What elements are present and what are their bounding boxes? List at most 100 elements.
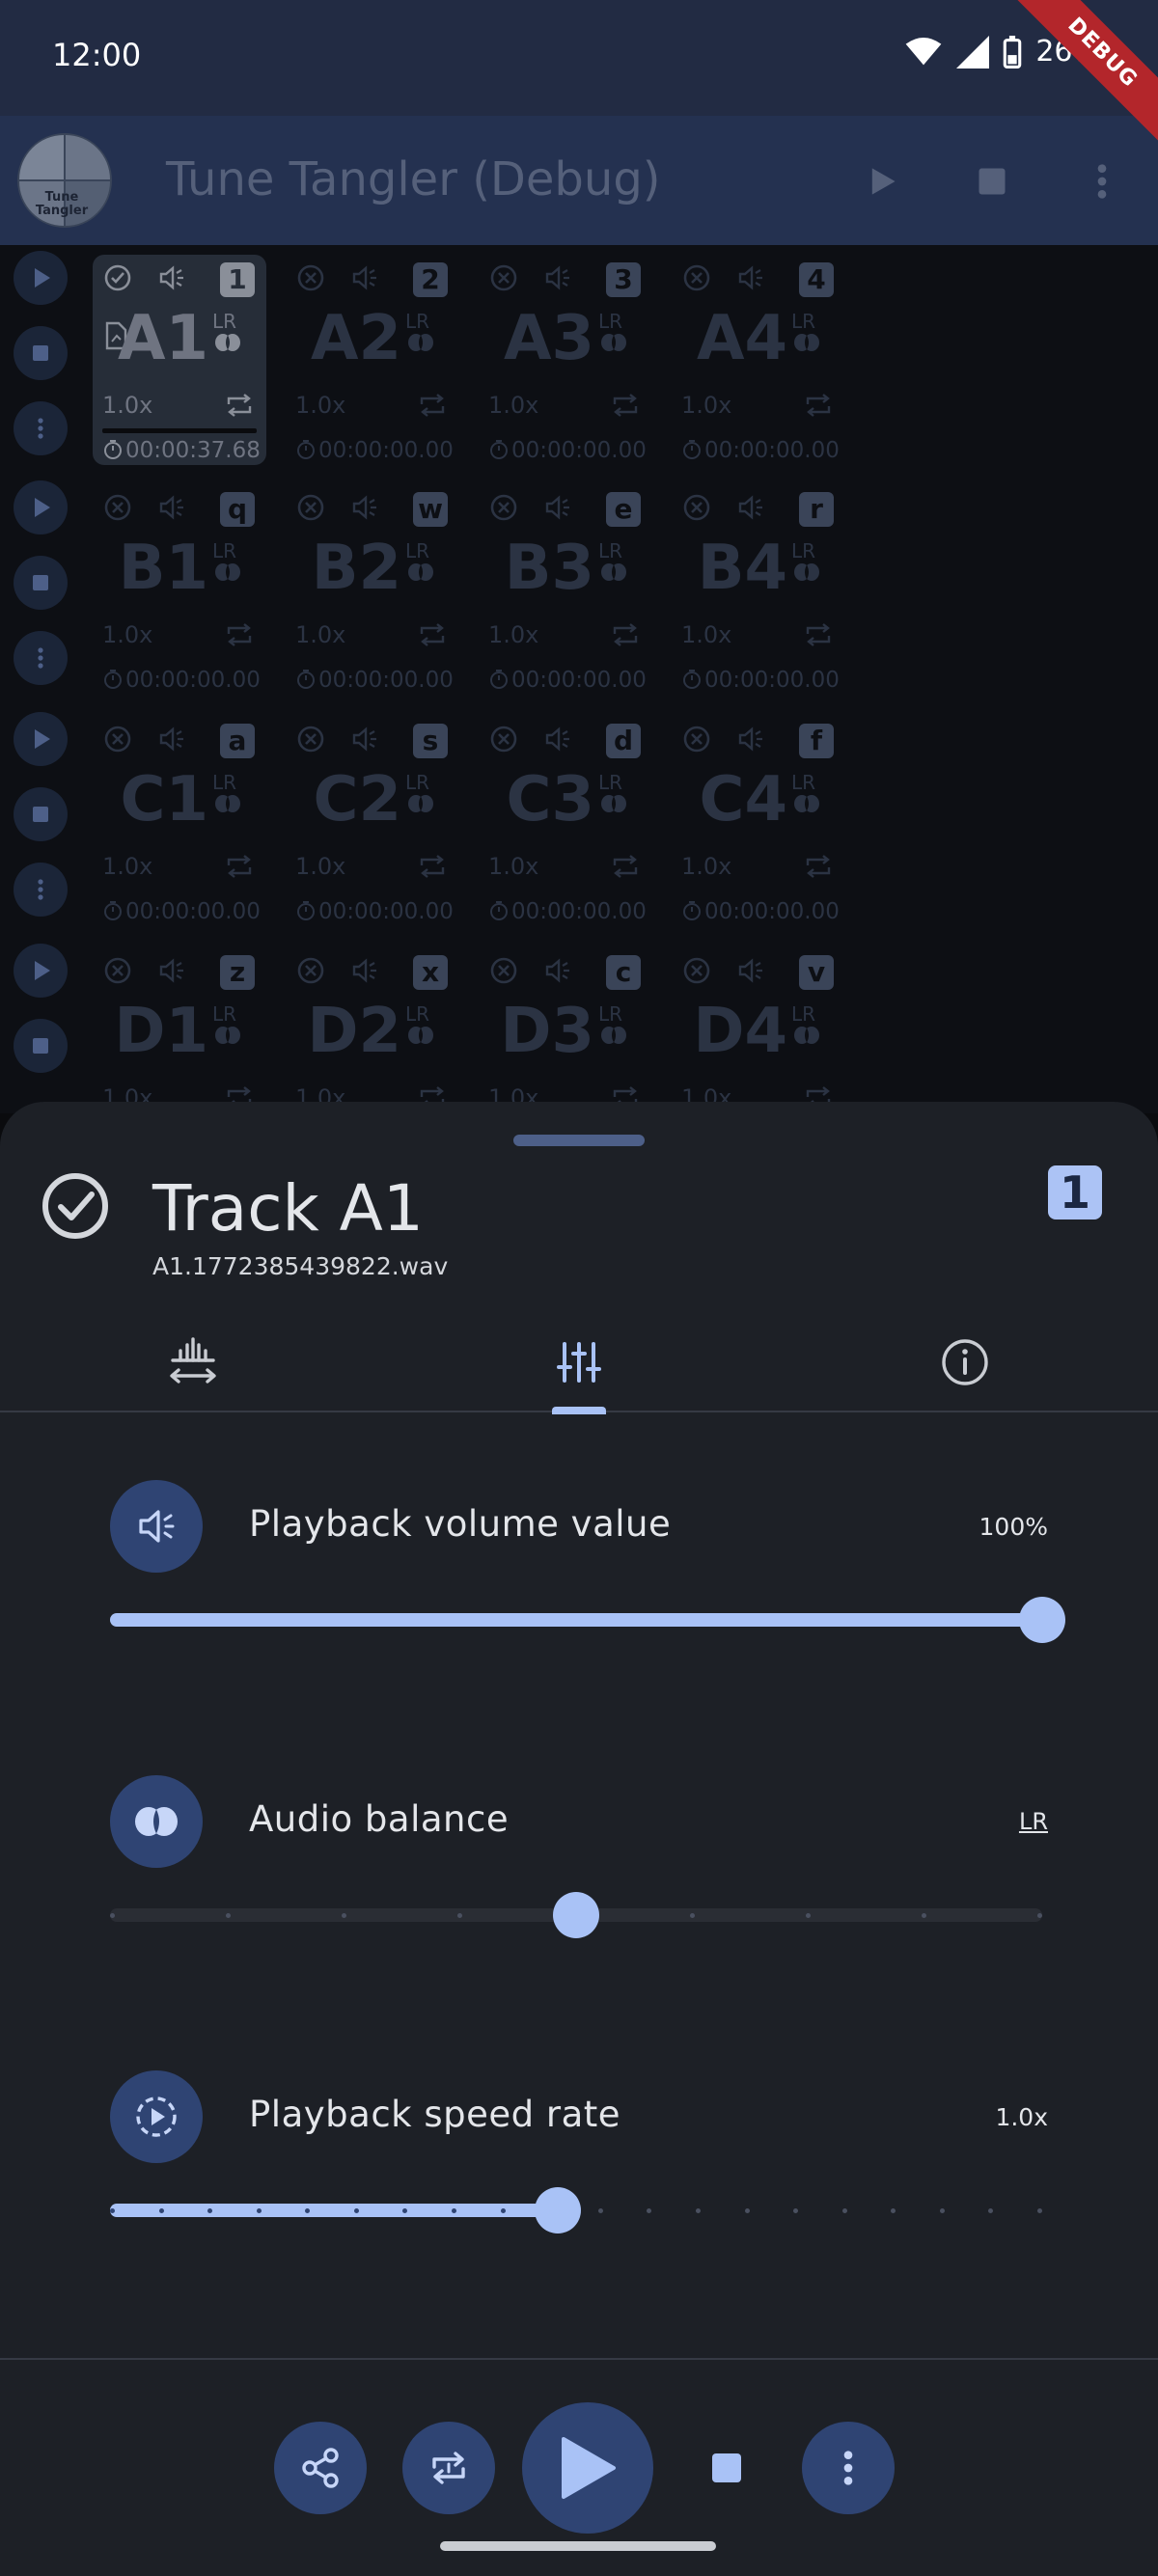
track-cell-rate: 1.0x (681, 853, 732, 880)
volume-icon (159, 958, 183, 983)
cancel-circle-icon (681, 955, 712, 986)
row-play-button[interactable] (14, 712, 68, 766)
track-cell-a1[interactable]: 1 A1 LR 1.0x 00:00:37.68 (93, 255, 266, 465)
app-bar: Tune Tangler Tune Tangler (Debug) (0, 116, 1158, 245)
share-button[interactable] (274, 2422, 367, 2514)
balance-lr-label: LR (212, 1002, 237, 1026)
tune-sliders-icon (557, 1342, 601, 1383)
row-play-button[interactable] (14, 251, 68, 305)
speed-label: Playback speed rate (249, 2094, 621, 2135)
repeat-icon (224, 390, 255, 421)
balance-indicator: LR (405, 1003, 436, 1050)
row-more-button[interactable] (14, 401, 68, 455)
play-all-button[interactable] (855, 154, 909, 208)
duration-text: 00:00:00.00 (704, 899, 840, 924)
speed-value: 1.0x (995, 2103, 1048, 2131)
app-title: Tune Tangler (Debug) (166, 152, 661, 206)
row-more-button[interactable] (14, 631, 68, 685)
track-cell-rate: 1.0x (102, 392, 153, 419)
sheet-drag-handle[interactable] (513, 1135, 645, 1146)
stop-button[interactable] (712, 2453, 741, 2482)
track-cell-b1[interactable]: q B1 LR 1.0x 00:00:00.00 (93, 484, 266, 695)
balance-icon (408, 563, 433, 581)
balance-tick (457, 1913, 463, 1918)
balance-lr-label: LR (598, 771, 623, 794)
balance-lr-label: LR (791, 539, 816, 562)
cancel-circle-icon (295, 492, 326, 523)
stop-all-button[interactable] (965, 154, 1019, 208)
track-cell-b4[interactable]: r B4 LR 1.0x 00:00:00.00 (672, 484, 845, 695)
speed-slider[interactable] (110, 2187, 1042, 2233)
hotkey-badge: r (799, 492, 834, 527)
track-cell-a2[interactable]: 2 A2 LR 1.0x 00:00:00.00 (286, 255, 459, 465)
row-play-button[interactable] (14, 480, 68, 534)
volume-icon (545, 726, 569, 752)
balance-setting: Audio balance LR (110, 1775, 1048, 1938)
timer-icon (297, 440, 315, 459)
track-cell-a3[interactable]: 3 A3 LR 1.0x 00:00:00.00 (479, 255, 652, 465)
track-cell-duration: 00:00:00.00 (681, 668, 840, 693)
repeat-icon (227, 394, 252, 417)
stop-icon (33, 575, 48, 590)
repeat-icon (420, 623, 445, 646)
tab-info[interactable] (772, 1312, 1158, 1412)
volume-slider[interactable] (110, 1597, 1065, 1643)
hotkey-badge: w (413, 492, 448, 527)
row-more-button[interactable] (14, 863, 68, 917)
tab-trim[interactable] (0, 1312, 386, 1412)
cancel-circle-icon (490, 957, 517, 984)
balance-tick (342, 1913, 347, 1918)
track-cell-c2[interactable]: s C2 LR 1.0x 00:00:00.00 (286, 716, 459, 926)
row-play-button[interactable] (14, 944, 68, 998)
speed-tick (256, 2208, 262, 2213)
track-cell-b2[interactable]: w B2 LR 1.0x 00:00:00.00 (286, 484, 459, 695)
gesture-nav-bar[interactable] (440, 2541, 716, 2551)
balance-slider[interactable] (110, 1892, 1042, 1938)
repeat-button[interactable] (402, 2422, 495, 2514)
cancel-circle-icon (104, 726, 131, 753)
track-cell-duration: 00:00:00.00 (488, 899, 647, 924)
hotkey-badge: 4 (799, 262, 834, 297)
volume-slider-thumb[interactable] (1019, 1597, 1065, 1643)
volume-icon (542, 492, 573, 523)
row-stop-button[interactable] (14, 556, 68, 610)
duration-text: 00:00:00.00 (125, 899, 261, 924)
hotkey-badge: c (606, 955, 641, 990)
track-cell-rate: 1.0x (295, 392, 346, 419)
balance-indicator: LR (405, 772, 436, 818)
more-options-button[interactable] (802, 2422, 895, 2514)
hotkey-badge: 1 (1048, 1165, 1102, 1219)
volume-button[interactable] (110, 1480, 203, 1573)
waveform-trim-icon (170, 1337, 216, 1384)
row-stop-button[interactable] (14, 326, 68, 380)
duration-text: 00:00:37.68 (125, 438, 261, 463)
speed-button[interactable] (110, 2070, 203, 2163)
tab-adjust[interactable] (386, 1312, 772, 1414)
track-cell-a4[interactable]: 4 A4 LR 1.0x 00:00:00.00 (672, 255, 845, 465)
track-cell-rate: 1.0x (681, 392, 732, 419)
check-circle-icon[interactable] (41, 1171, 110, 1241)
balance-slider-thumb[interactable] (553, 1892, 599, 1938)
track-cell-c3[interactable]: d C3 LR 1.0x 00:00:00.00 (479, 716, 652, 926)
repeat-icon (610, 619, 641, 650)
balance-button[interactable] (110, 1775, 203, 1868)
repeat-icon (803, 619, 834, 650)
track-cell-rate: 1.0x (488, 621, 539, 648)
repeat-icon (227, 855, 252, 878)
row-stop-button[interactable] (14, 1019, 68, 1073)
speed-tick (841, 2208, 847, 2213)
volume-icon (156, 724, 187, 754)
volume-icon (139, 1510, 175, 1543)
balance-indicator: LR (405, 540, 436, 587)
speed-slider-thumb[interactable] (534, 2187, 581, 2233)
hotkey-badge: x (413, 955, 448, 990)
track-cell-c1[interactable]: a C1 LR 1.0x 00:00:00.00 (93, 716, 266, 926)
row-stop-button[interactable] (14, 787, 68, 841)
balance-icon (215, 334, 240, 351)
track-cell-c4[interactable]: f C4 LR 1.0x 00:00:00.00 (672, 716, 845, 926)
track-cell-b3[interactable]: e B3 LR 1.0x 00:00:00.00 (479, 484, 652, 695)
balance-tick (805, 1913, 811, 1918)
track-cell-rate: 1.0x (295, 853, 346, 880)
play-button[interactable] (522, 2402, 653, 2534)
overflow-menu-button[interactable] (1075, 154, 1129, 208)
